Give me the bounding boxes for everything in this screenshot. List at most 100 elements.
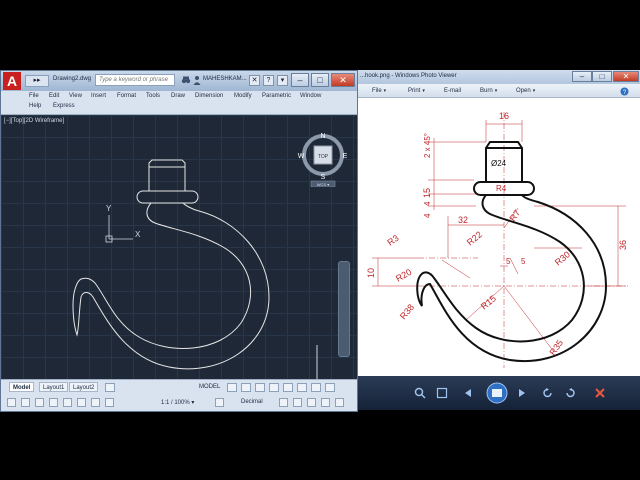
menu-email[interactable]: E-mail [444,88,461,94]
annotation-visibility-icon[interactable] [77,398,86,407]
reference-drawing: 16 Ø24 2 x 45° 15 4 4 R4 R7 32 R22 R30 3… [366,111,628,368]
svg-text:WCS ▾: WCS ▾ [317,182,329,187]
dim-r22: R22 [465,229,484,247]
viewcube[interactable]: TOP N S E W WCS ▾ [297,129,349,187]
user-icon[interactable] [193,75,201,85]
settings-icon[interactable]: ▾ [277,75,288,86]
close-button[interactable]: ✕ [331,73,355,87]
menu-print[interactable]: Print ▾ [408,88,425,94]
hook-shank [148,159,186,191]
menu-format[interactable]: Format [117,93,136,99]
menu-burn-label: Burn [480,88,493,94]
next-icon[interactable] [516,387,528,399]
menu-burn[interactable]: Burn ▾ [480,88,497,94]
quick-properties-icon[interactable] [279,398,288,407]
gizmo-icon[interactable] [63,398,72,407]
menu-modify[interactable]: Modify [234,93,252,99]
snap-icon[interactable] [241,383,251,392]
menu-edit[interactable]: Edit [49,93,59,99]
maximize-button[interactable]: □ [592,71,612,82]
minimize-button[interactable]: – [291,73,309,87]
help-icon[interactable]: ? [263,75,274,86]
quick-access-toolbar[interactable]: ▸▸ [25,75,49,87]
slideshow-icon[interactable] [486,382,508,404]
hook-collar [136,190,199,204]
menu-insert[interactable]: Insert [91,93,106,99]
menu-file[interactable]: File [29,93,39,99]
actual-size-icon[interactable] [436,387,448,399]
photo-viewer-window: ...hook.png - Windows Photo Viewer – □ ✕… [358,70,640,410]
screen: A ▸▸ Drawing2.dwg Type a keyword or phra… [0,0,640,480]
customization-icon[interactable] [335,398,344,407]
isolate-objects-icon[interactable] [307,398,316,407]
chevron-down-icon: ▾ [422,88,425,94]
selection-filter-icon[interactable] [49,398,58,407]
menu-dimension[interactable]: Dimension [195,93,223,99]
menu-open-label: Open [516,88,531,94]
tab-layout2[interactable]: Layout2 [69,382,99,392]
menu-file-label: File [372,88,382,94]
3d-osnap-icon[interactable] [21,398,30,407]
minimize-button[interactable]: – [572,71,592,82]
chevron-down-icon: ▾ [532,88,536,94]
dim-5b: 5 [521,257,526,266]
lock-ui-icon[interactable] [293,398,302,407]
otrack-icon[interactable] [297,383,307,392]
zoom-icon[interactable] [414,387,426,399]
selection-cycling-icon[interactable] [7,398,16,407]
binoculars-icon[interactable] [181,75,191,85]
dim-16: 16 [499,111,509,121]
transparency-icon[interactable] [325,383,335,392]
grid-icon[interactable] [227,383,237,392]
menu-draw[interactable]: Draw [171,93,185,99]
annotation-scale-value[interactable]: 1:1 / 100% ▾ [161,399,194,406]
osnap-icon[interactable] [283,383,293,392]
chevron-down-icon: ▾ [383,88,387,94]
rotate-right-icon[interactable] [564,387,576,399]
menu-tools[interactable]: Tools [146,93,160,99]
maximize-button[interactable]: □ [311,73,329,87]
close-button[interactable]: ✕ [613,71,639,82]
menu-window[interactable]: Window [300,93,321,99]
auto-scale-icon[interactable] [91,398,100,407]
menu-open[interactable]: Open ▾ [516,88,535,94]
drawing-viewport[interactable]: [−][Top][2D Wireframe] Y X TOP N S E W W… [1,115,357,411]
dim-r35: R35 [547,338,565,357]
autocad-logo-icon[interactable]: A [3,72,21,90]
autocad-window: A ▸▸ Drawing2.dwg Type a keyword or phra… [0,70,358,412]
annotation-scale-icon[interactable] [105,398,114,407]
svg-text:TOP: TOP [318,154,329,160]
units-value[interactable]: Decimal [241,399,263,405]
menu-express[interactable]: Express [53,103,75,109]
search-placeholder: Type a keyword or phrase [99,77,168,83]
menu-help[interactable]: Help [29,103,41,109]
menu-view[interactable]: View [69,93,82,99]
search-input[interactable]: Type a keyword or phrase [95,74,175,86]
ucs-icon [105,215,133,243]
menu-file[interactable]: File ▾ [372,88,386,94]
svg-text:E: E [343,153,348,160]
add-layout-icon[interactable] [105,383,115,392]
help-icon[interactable]: ? [620,87,629,96]
menu-parametric[interactable]: Parametric [262,93,291,99]
lineweight-icon[interactable] [311,383,321,392]
tab-model[interactable]: Model [9,382,35,392]
previous-icon[interactable] [462,387,474,399]
polar-icon[interactable] [269,383,279,392]
model-space-toggle[interactable]: MODEL [199,384,220,390]
hardware-acceleration-icon[interactable] [321,398,330,407]
dynamic-ucs-icon[interactable] [35,398,44,407]
user-name[interactable]: MAHESHKAM... [203,76,247,82]
photo-viewer-menu: File ▾ Print ▾ E-mail Burn ▾ Open ▾ ? [358,84,640,98]
dim-4b: 4 [423,213,432,218]
workspace-icon[interactable] [215,398,224,407]
ortho-icon[interactable] [255,383,265,392]
navigation-bar[interactable] [338,261,350,357]
autocad-title-bar: A ▸▸ Drawing2.dwg Type a keyword or phra… [1,71,357,91]
tab-layout1[interactable]: Layout1 [39,382,69,392]
rotate-left-icon[interactable] [542,387,554,399]
dim-15: 15 [422,188,432,198]
dim-36: 36 [618,240,628,250]
delete-icon[interactable] [594,387,606,399]
exchange-icon[interactable]: ✕ [249,75,260,86]
